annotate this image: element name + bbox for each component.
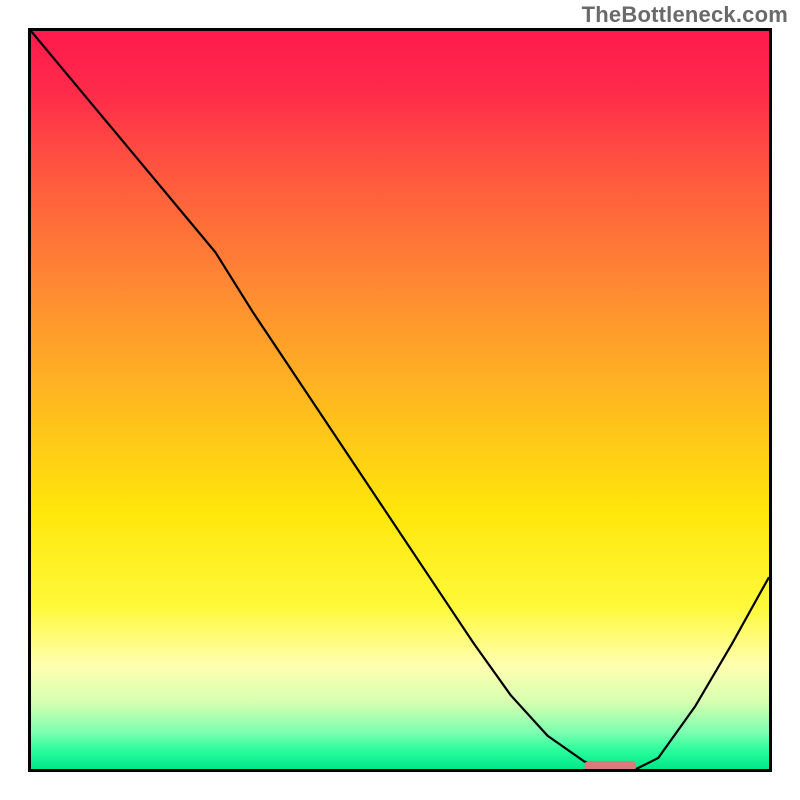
chart-frame: TheBottleneck.com — [0, 0, 800, 800]
plot-area — [28, 28, 772, 772]
data-curve — [31, 31, 769, 769]
watermark-text: TheBottleneck.com — [582, 2, 788, 28]
marker-segment — [585, 761, 637, 769]
curve-path — [31, 31, 769, 769]
